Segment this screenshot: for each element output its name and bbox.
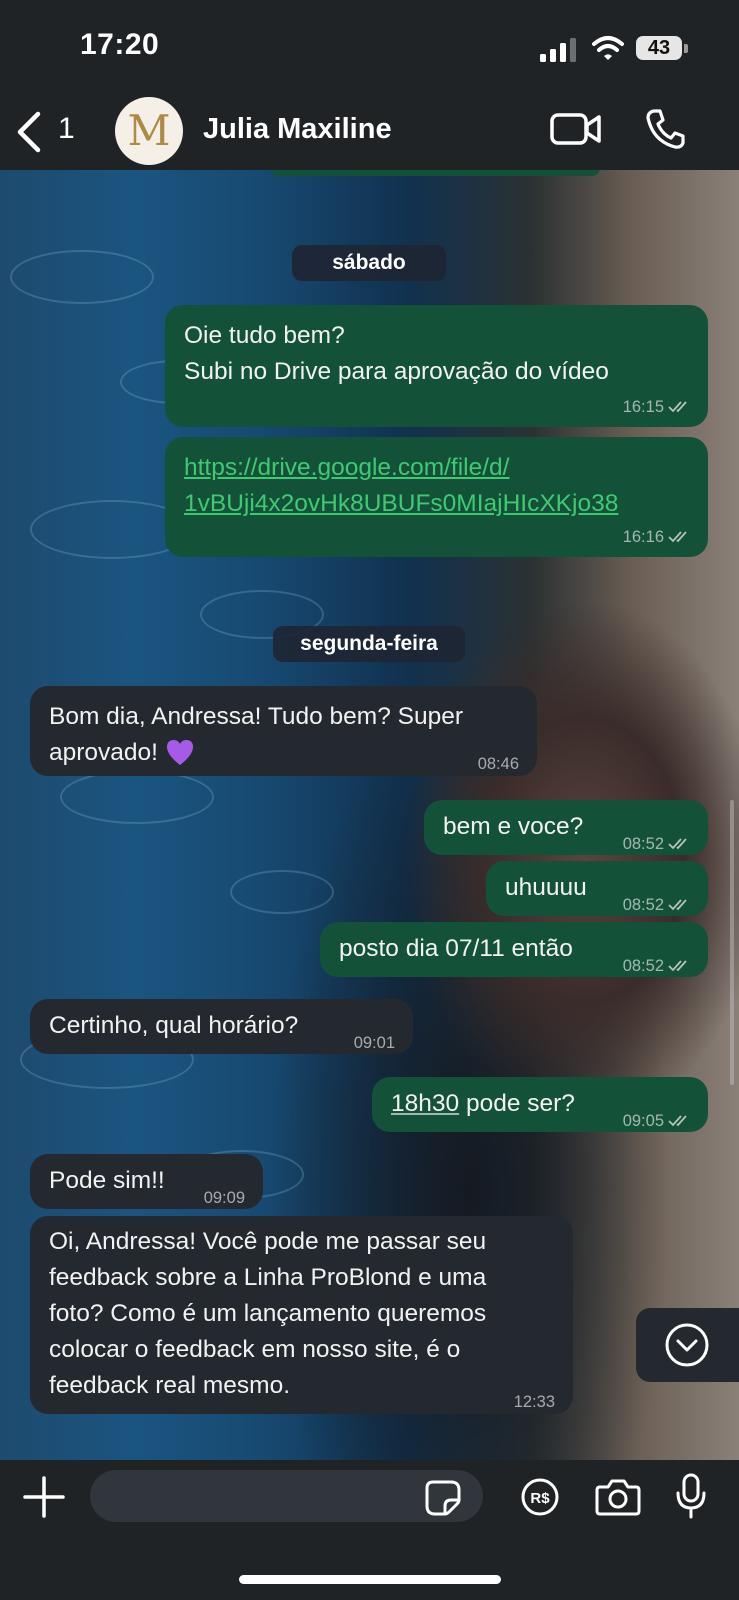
- scroll-down-button[interactable]: [636, 1308, 739, 1382]
- message-time: 08:46: [477, 755, 519, 773]
- message-time: 08:52: [622, 835, 664, 853]
- message-outgoing[interactable]: uhuuuu 08:52: [486, 861, 708, 916]
- message-time: 09:05: [622, 1112, 664, 1130]
- message-meta: 08:52: [623, 826, 690, 862]
- unread-count[interactable]: 1: [58, 112, 75, 146]
- read-receipt-icon: [668, 838, 687, 850]
- message-meta: 16:15: [623, 389, 690, 425]
- scrollbar[interactable]: [730, 800, 734, 1085]
- message-text: Certinho, qual horário?: [49, 1012, 299, 1039]
- message-text: bem e voce?: [443, 813, 584, 840]
- message-incoming[interactable]: Oi, Andressa! Você pode me passar seu fe…: [30, 1216, 573, 1414]
- message-time: 08:52: [622, 896, 664, 914]
- message-text: posto dia 07/11 então: [339, 935, 573, 962]
- battery-icon: 43: [636, 36, 688, 62]
- message-meta: 08:52: [623, 887, 690, 923]
- read-receipt-icon: [668, 531, 687, 543]
- wifi-icon: [592, 36, 624, 60]
- message-meta: 08:52: [623, 948, 690, 984]
- payment-icon[interactable]: R$: [521, 1478, 559, 1516]
- message-incoming[interactable]: Certinho, qual horário? 09:01: [30, 999, 413, 1054]
- message-outgoing[interactable]: 18h30 pode ser? 09:05: [372, 1077, 708, 1132]
- microphone-icon[interactable]: [675, 1473, 707, 1519]
- day-separator-saturday: sábado: [292, 245, 446, 281]
- svg-text:R$: R$: [530, 1490, 550, 1507]
- message-text: https://drive.google.com/file/d/1vBUji4x…: [184, 450, 618, 522]
- message-text: 18h30 pode ser?: [391, 1086, 575, 1122]
- purple-heart-icon: [166, 740, 193, 765]
- message-time: 08:52: [622, 957, 664, 975]
- day-separator-monday: segunda-feira: [273, 626, 465, 662]
- message-text: Oi, Andressa! Você pode me passar seu fe…: [49, 1228, 487, 1399]
- plus-icon[interactable]: [22, 1475, 66, 1519]
- message-text-content: Bom dia, Andressa! Tudo bem? Super aprov…: [49, 703, 464, 766]
- battery-tip: [684, 44, 688, 53]
- message-text: Bom dia, Andressa! Tudo bem? Super aprov…: [49, 699, 463, 771]
- status-time: 17:20: [80, 28, 160, 61]
- message-text-rest: pode ser?: [459, 1090, 575, 1117]
- message-text: Pode sim!!: [49, 1167, 165, 1194]
- read-receipt-icon: [668, 899, 687, 911]
- time-suggestion[interactable]: 18h30: [391, 1090, 459, 1117]
- message-outgoing[interactable]: Oie tudo bem? Subi no Drive para aprovaç…: [165, 305, 708, 427]
- battery-level: 43: [636, 36, 682, 60]
- scroll-down-icon: [665, 1323, 709, 1367]
- message-time: 16:16: [622, 528, 664, 546]
- message-time: 12:33: [513, 1393, 555, 1411]
- home-indicator: [239, 1575, 501, 1584]
- sticker-icon[interactable]: [425, 1480, 461, 1516]
- message-meta: 09:05: [623, 1103, 690, 1139]
- avatar[interactable]: M: [115, 97, 183, 165]
- back-chevron-icon[interactable]: [14, 110, 46, 154]
- message-meta: 16:16: [623, 519, 690, 555]
- message-outgoing-link[interactable]: https://drive.google.com/file/d/1vBUji4x…: [165, 437, 708, 557]
- read-receipt-icon: [668, 1115, 687, 1127]
- read-receipt-icon: [668, 401, 687, 413]
- message-time: 09:09: [203, 1189, 245, 1207]
- message-outgoing[interactable]: posto dia 07/11 então 08:52: [320, 922, 708, 977]
- cellular-signal-icon: [540, 38, 576, 62]
- message-text: Oie tudo bem? Subi no Drive para aprovaç…: [184, 322, 609, 385]
- message-time: 09:01: [353, 1034, 395, 1052]
- camera-icon[interactable]: [595, 1478, 641, 1516]
- phone-icon[interactable]: [645, 108, 685, 150]
- video-call-icon[interactable]: [550, 110, 602, 148]
- drive-link-line2[interactable]: 1vBUji4x2ovHk8UBUFs0MIajHIcXKjo38: [184, 490, 618, 517]
- message-time: 16:15: [622, 398, 664, 416]
- contact-name[interactable]: Julia Maxiline: [203, 113, 392, 146]
- message-text: uhuuuu: [505, 874, 587, 901]
- message-incoming[interactable]: Bom dia, Andressa! Tudo bem? Super aprov…: [30, 686, 537, 776]
- message-outgoing[interactable]: bem e voce? 08:52: [424, 800, 708, 855]
- read-receipt-icon: [668, 960, 687, 972]
- message-incoming[interactable]: Pode sim!! 09:09: [30, 1154, 263, 1209]
- drive-link-line1[interactable]: https://drive.google.com/file/d/: [184, 454, 509, 481]
